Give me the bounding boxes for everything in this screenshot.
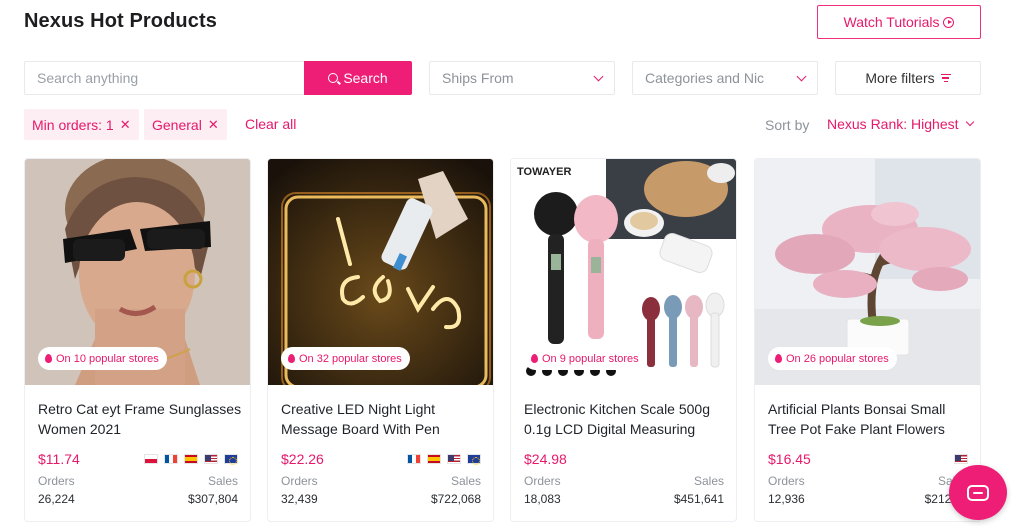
flag-poland-icon	[144, 454, 158, 464]
filter-chip-min-orders: Min orders: 1 ✕	[24, 109, 139, 140]
sales-value: $722,068	[430, 492, 481, 506]
categories-label: Categories and Nic	[645, 70, 765, 86]
sort-label: Sort by	[765, 117, 810, 133]
product-image: On 10 popular stores	[25, 159, 250, 385]
watch-tutorials-button[interactable]: Watch Tutorials	[817, 5, 981, 39]
flag-usa-icon	[204, 454, 218, 464]
orders-value: 26,224	[38, 492, 75, 506]
chip-label: General	[152, 116, 202, 133]
sales-value: $451,641	[673, 492, 724, 506]
more-filters-button[interactable]: More filters	[835, 61, 981, 95]
page-title: Nexus Hot Products	[24, 10, 217, 32]
flag-eu-icon	[224, 454, 238, 465]
product-card[interactable]: TOWAYER On 9 popular stores Electronic K…	[510, 158, 737, 522]
orders-label: Orders	[38, 474, 75, 488]
orders-value: 12,936	[768, 492, 805, 506]
product-image: TOWAYER On 9 popular stores	[511, 159, 736, 385]
product-card[interactable]: On 10 popular stores Retro Cat eyt Frame…	[24, 158, 251, 522]
play-circle-icon	[943, 16, 955, 28]
brand-logo: TOWAYER	[517, 166, 571, 178]
product-price: $16.45	[768, 451, 811, 467]
popular-stores-text: On 10 popular stores	[56, 352, 159, 365]
ships-from-flags	[144, 454, 238, 465]
chat-icon	[967, 484, 989, 501]
categories-select[interactable]: Categories and Nic	[632, 61, 818, 95]
chip-label: Min orders: 1	[32, 116, 114, 133]
chevron-down-icon	[593, 71, 604, 81]
popular-stores-text: On 9 popular stores	[542, 352, 639, 365]
product-title[interactable]: Artificial Plants Bonsai Small Tree Pot …	[768, 399, 973, 439]
filter-chip-general: General ✕	[144, 109, 227, 140]
search-input[interactable]	[24, 61, 305, 95]
popular-stores-badge: On 9 popular stores	[524, 347, 647, 370]
sales-label: Sales	[693, 474, 724, 488]
orders-label: Orders	[281, 474, 318, 488]
product-image: On 32 popular stores	[268, 159, 493, 385]
close-icon[interactable]: ✕	[120, 117, 131, 133]
fire-icon	[45, 354, 52, 363]
chat-support-button[interactable]	[949, 465, 1007, 520]
orders-label: Orders	[768, 474, 805, 488]
sales-label: Sales	[207, 474, 238, 488]
ships-from-select[interactable]: Ships From	[429, 61, 615, 95]
watch-tutorials-label: Watch Tutorials	[843, 14, 940, 30]
close-icon[interactable]: ✕	[208, 117, 219, 133]
search-icon	[328, 73, 339, 83]
orders-value: 18,083	[524, 492, 561, 506]
flag-spain-icon	[184, 454, 198, 464]
flag-usa-icon	[954, 454, 968, 464]
popular-stores-badge: On 32 popular stores	[281, 347, 410, 370]
flag-france-icon	[164, 454, 178, 464]
product-title[interactable]: Creative LED Night Light Message Board W…	[281, 399, 486, 439]
sort-select[interactable]: Nexus Rank: Highest	[827, 116, 974, 132]
ships-from-flags	[954, 454, 968, 464]
flag-spain-icon	[427, 454, 441, 464]
flag-usa-icon	[447, 454, 461, 464]
chevron-down-icon	[796, 71, 807, 81]
popular-stores-text: On 32 popular stores	[299, 352, 402, 365]
product-card[interactable]: On 26 popular stores Artificial Plants B…	[754, 158, 981, 522]
ships-from-flags	[407, 454, 481, 465]
sales-label: Sales	[450, 474, 481, 488]
sort-value: Nexus Rank: Highest	[827, 116, 959, 132]
flag-eu-icon	[467, 454, 481, 465]
product-image: On 26 popular stores	[755, 159, 980, 385]
clear-all-link[interactable]: Clear all	[245, 116, 296, 132]
product-title[interactable]: Electronic Kitchen Scale 500g 0.1g LCD D…	[524, 399, 729, 439]
popular-stores-badge: On 10 popular stores	[38, 347, 167, 370]
filter-icon	[940, 73, 951, 83]
product-price: $22.26	[281, 451, 324, 467]
product-price: $24.98	[524, 451, 567, 467]
fire-icon	[775, 354, 782, 363]
product-title[interactable]: Retro Cat eyt Frame Sunglasses Women 202…	[38, 399, 243, 439]
chevron-down-icon	[965, 117, 974, 127]
product-price: $11.74	[38, 451, 80, 467]
fire-icon	[288, 354, 295, 363]
sales-value: $307,804	[187, 492, 238, 506]
more-filters-label: More filters	[865, 70, 935, 86]
flag-france-icon	[407, 454, 421, 464]
orders-label: Orders	[524, 474, 561, 488]
search-button-label: Search	[343, 70, 388, 86]
popular-stores-text: On 26 popular stores	[786, 352, 889, 365]
orders-value: 32,439	[281, 492, 318, 506]
popular-stores-badge: On 26 popular stores	[768, 347, 897, 370]
fire-icon	[531, 354, 538, 363]
ships-from-label: Ships From	[442, 70, 514, 86]
product-card[interactable]: On 32 popular stores Creative LED Night …	[267, 158, 494, 522]
search-button[interactable]: Search	[304, 61, 412, 95]
